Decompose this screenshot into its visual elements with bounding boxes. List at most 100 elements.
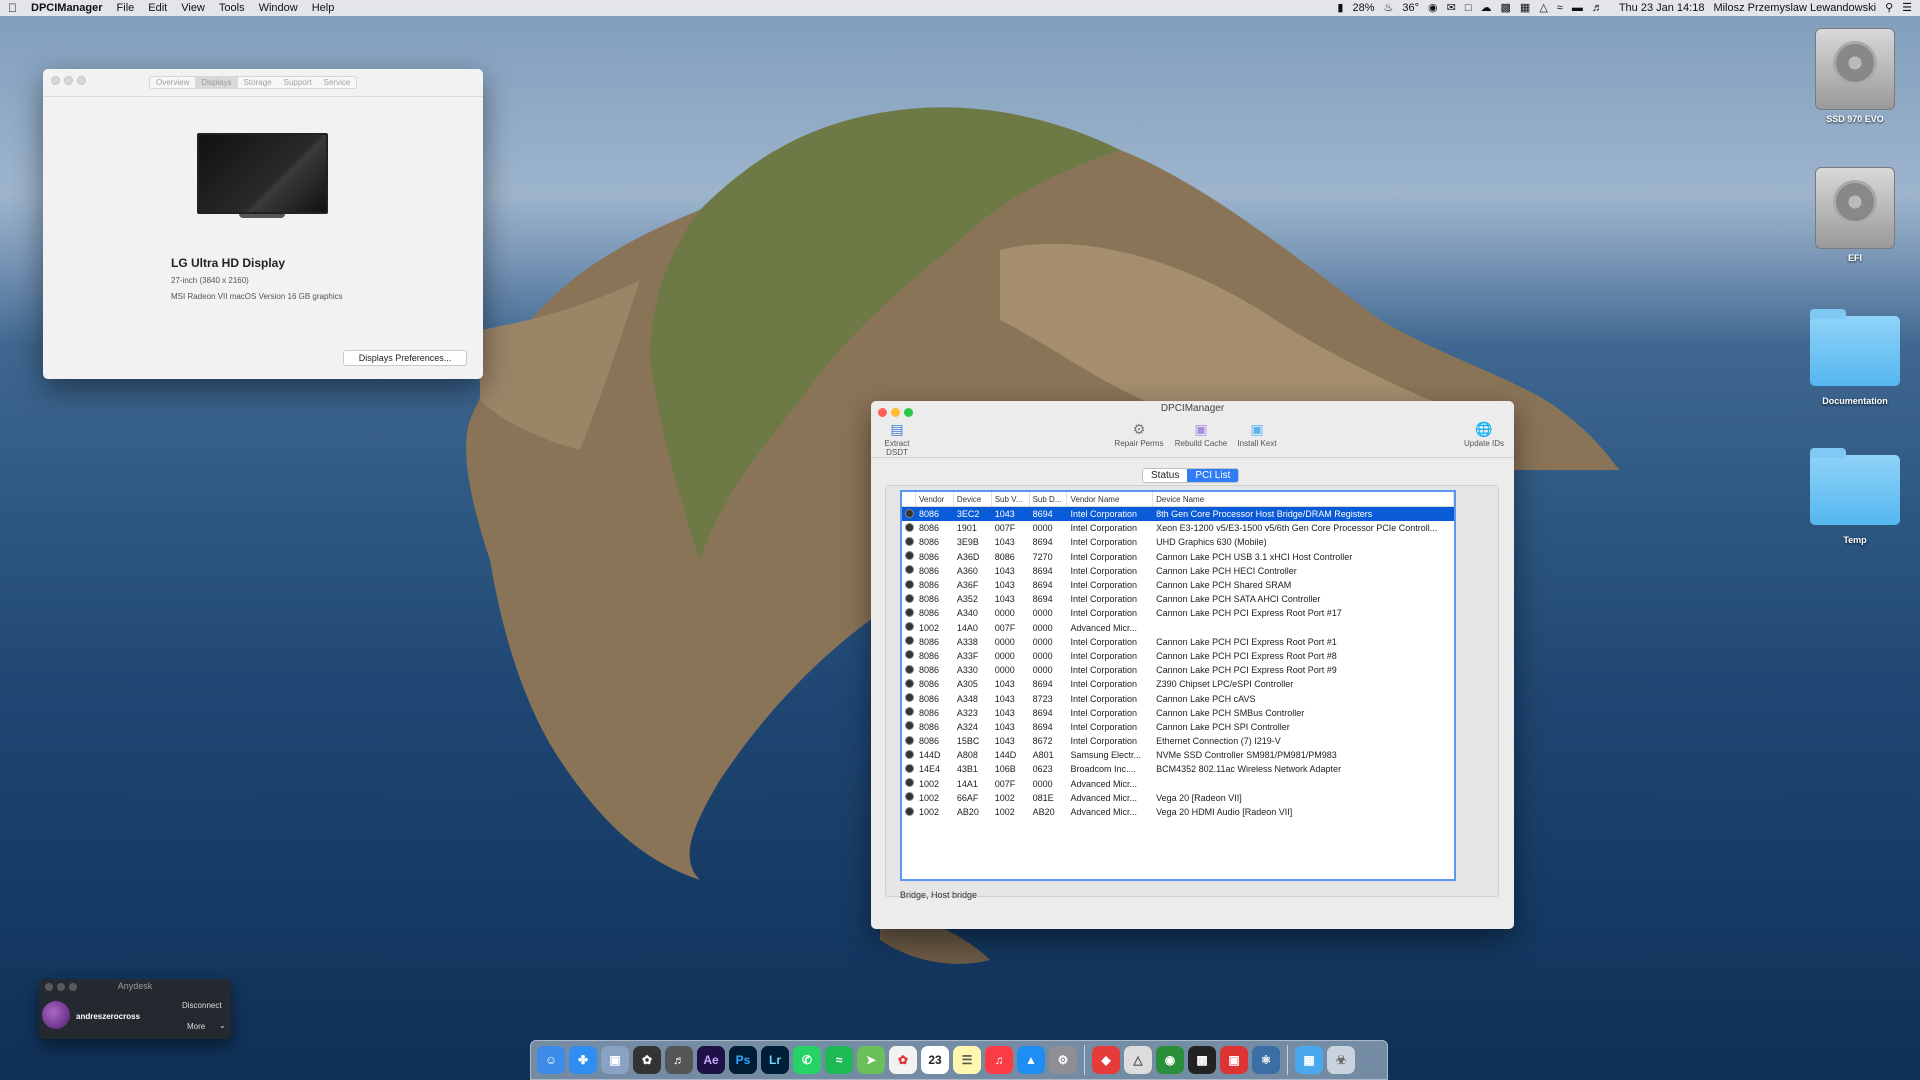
table-row[interactable]: 8086 A348 1043 8723 Intel Corporation Cannon … <box>902 691 1454 705</box>
table-row[interactable]: 8086 A36F 1043 8694 Intel Corporation Cannon … <box>902 578 1454 592</box>
desktop-icon-ssd[interactable]: SSD 970 EVO <box>1800 28 1910 124</box>
photoshop-icon[interactable]: Ps <box>729 1046 757 1074</box>
maps-icon[interactable]: ➤ <box>857 1046 885 1074</box>
spotify-icon[interactable]: ≈ <box>825 1046 853 1074</box>
final-cut-icon[interactable]: ♬ <box>665 1046 693 1074</box>
col-sub-device[interactable]: Sub D... <box>1030 492 1068 506</box>
pci-device-table[interactable]: Vendor Device Sub V... Sub D... Vendor N… <box>900 490 1456 881</box>
clock-datetime[interactable]: Thu 23 Jan 14:18 <box>1619 0 1705 16</box>
system-preferences-icon[interactable]: ⚙ <box>1049 1046 1077 1074</box>
col-device-name[interactable]: Device Name <box>1153 492 1454 506</box>
apple-icon[interactable]:  <box>8 0 17 16</box>
table-row[interactable]: 8086 A330 0000 0000 Intel Corporation Cannon … <box>902 663 1454 677</box>
rebuild-cache-button[interactable]: ▣ Rebuild Cache <box>1171 421 1231 448</box>
desktop-icon-efi[interactable]: EFI <box>1800 167 1910 263</box>
repair-perms-button[interactable]: ⚙ Repair Perms <box>1111 421 1167 448</box>
window-icon[interactable]: □ <box>1465 0 1472 16</box>
table-row[interactable]: 1002 66AF 1002 081E Advanced Micr... Vega 20 … <box>902 791 1454 805</box>
tab-support[interactable]: Support <box>278 77 318 88</box>
table-row[interactable]: 8086 A33F 0000 0000 Intel Corporation Cannon … <box>902 649 1454 663</box>
table-row[interactable]: 14E4 43B1 106B 0623 Broadcom Inc.... BCM4352 … <box>902 762 1454 776</box>
finder-icon[interactable]: ☺ <box>537 1046 565 1074</box>
safari-icon[interactable]: ✤ <box>569 1046 597 1074</box>
tab-overview[interactable]: Overview <box>150 77 195 88</box>
user-name[interactable]: Milosz Przemyslaw Lewandowski <box>1713 0 1876 16</box>
close-button[interactable] <box>878 408 887 417</box>
disk-utility-icon[interactable]: ◉ <box>1156 1046 1184 1074</box>
menu-file[interactable]: File <box>117 0 135 16</box>
tab-pci-list[interactable]: PCI List <box>1187 469 1239 482</box>
message-icon[interactable]: ✉ <box>1447 0 1456 16</box>
cloud-icon[interactable]: ☁ <box>1481 0 1492 16</box>
minimize-button[interactable] <box>64 76 73 85</box>
desktop-icon-temp[interactable]: Temp <box>1800 448 1910 545</box>
tab-status[interactable]: Status <box>1143 469 1187 482</box>
install-kext-button[interactable]: ▣ Install Kext <box>1232 421 1282 448</box>
table-row[interactable]: 1002 AB20 1002 AB20 Advanced Micr... Vega 20 … <box>902 805 1454 819</box>
col-sub-vendor[interactable]: Sub V... <box>992 492 1030 506</box>
terminal-icon[interactable]: ▩ <box>1188 1046 1216 1074</box>
table-row[interactable]: 8086 A340 0000 0000 Intel Corporation Cannon … <box>902 606 1454 620</box>
minimize-button[interactable] <box>891 408 900 417</box>
menu-edit[interactable]: Edit <box>148 0 167 16</box>
after-effects-icon[interactable]: Ae <box>697 1046 725 1074</box>
menu-window[interactable]: Window <box>259 0 298 16</box>
update-ids-button[interactable]: 🌐 Update IDs <box>1459 421 1509 448</box>
network-utility-icon[interactable]: ⚛ <box>1252 1046 1280 1074</box>
tab-service[interactable]: Service <box>318 77 357 88</box>
col-device[interactable]: Device <box>954 492 992 506</box>
music-icon[interactable]: ♫ <box>985 1046 1013 1074</box>
table-row[interactable]: 8086 1901 007F 0000 Intel Corporation Xeon E3… <box>902 521 1454 535</box>
downloads-folder-icon[interactable]: ▦ <box>1295 1046 1323 1074</box>
grid-icon[interactable]: ▦ <box>1520 0 1530 16</box>
menu-view[interactable]: View <box>181 0 205 16</box>
utility-icon[interactable]: △ <box>1124 1046 1152 1074</box>
table-row[interactable]: 8086 3EC2 1043 8694 Intel Corporation 8th Gen… <box>902 507 1454 522</box>
table-row[interactable]: 8086 15BC 1043 8672 Intel Corporation Etherne… <box>902 734 1454 748</box>
notification-center-icon[interactable]: ☰ <box>1902 0 1912 16</box>
extract-dsdt-button[interactable]: ▤ Extract DSDT <box>877 421 917 457</box>
temperature-icon[interactable]: ♨ <box>1384 0 1394 16</box>
chevron-down-icon[interactable]: ⌄ <box>219 1021 226 1030</box>
table-row[interactable]: 8086 A360 1043 8694 Intel Corporation Cannon … <box>902 564 1454 578</box>
close-button[interactable] <box>51 76 60 85</box>
photos-icon[interactable]: ✿ <box>889 1046 917 1074</box>
table-row[interactable]: 8086 3E9B 1043 8694 Intel Corporation UHD Gra… <box>902 535 1454 549</box>
battery-icon[interactable]: ▮ <box>1337 0 1343 16</box>
table-row[interactable]: 8086 A305 1043 8694 Intel Corporation Z390 Ch… <box>902 677 1454 691</box>
zoom-button[interactable] <box>77 76 86 85</box>
table-row[interactable]: 8086 A338 0000 0000 Intel Corporation Cannon … <box>902 635 1454 649</box>
tab-storage[interactable]: Storage <box>238 77 278 88</box>
table-row[interactable]: 8086 A352 1043 8694 Intel Corporation Cannon … <box>902 592 1454 606</box>
table-row[interactable]: 8086 A323 1043 8694 Intel Corporation Cannon … <box>902 706 1454 720</box>
desktop-icon-documentation[interactable]: Documentation <box>1800 309 1910 406</box>
col-vendor-name[interactable]: Vendor Name <box>1067 492 1154 506</box>
menu-help[interactable]: Help <box>312 0 335 16</box>
trash-icon[interactable]: ☣ <box>1327 1046 1355 1074</box>
volume-icon[interactable]: ♬ <box>1592 0 1603 16</box>
table-row[interactable]: 144D A808 144D A801 Samsung Electr... NVMe SS… <box>902 748 1454 762</box>
whatsapp-icon[interactable]: ✆ <box>793 1046 821 1074</box>
preview-icon[interactable]: ▣ <box>601 1046 629 1074</box>
status-icon[interactable]: ◉ <box>1428 0 1438 16</box>
table-row[interactable]: 8086 A324 1043 8694 Intel Corporation Cannon … <box>902 720 1454 734</box>
displays-preferences-button[interactable]: Displays Preferences... <box>343 350 467 366</box>
menu-app-name[interactable]: DPCIManager <box>31 0 103 16</box>
table-row[interactable]: 8086 A36D 8086 7270 Intel Corporation Cannon … <box>902 550 1454 564</box>
flag-icon[interactable]: ▬ <box>1572 0 1583 16</box>
app-store-icon[interactable]: ▲ <box>1017 1046 1045 1074</box>
display-icon[interactable]: ▩ <box>1501 0 1511 16</box>
col-vendor[interactable]: Vendor <box>916 492 954 506</box>
airplay-icon[interactable]: △ <box>1539 0 1547 16</box>
zoom-button[interactable] <box>904 408 913 417</box>
table-row[interactable]: 1002 14A1 007F 0000 Advanced Micr... <box>902 777 1454 791</box>
tab-displays[interactable]: Displays <box>195 77 238 88</box>
anydesk-dock-icon[interactable]: ◆ <box>1092 1046 1120 1074</box>
notes-icon[interactable]: ☰ <box>953 1046 981 1074</box>
calendar-icon[interactable]: 23 <box>921 1046 949 1074</box>
davinci-resolve-icon[interactable]: ✿ <box>633 1046 661 1074</box>
battery-percent[interactable]: 28% <box>1352 0 1374 16</box>
disconnect-button[interactable]: Disconnect <box>182 1001 222 1010</box>
lightroom-icon[interactable]: Lr <box>761 1046 789 1074</box>
more-button[interactable]: More <box>187 1022 205 1031</box>
